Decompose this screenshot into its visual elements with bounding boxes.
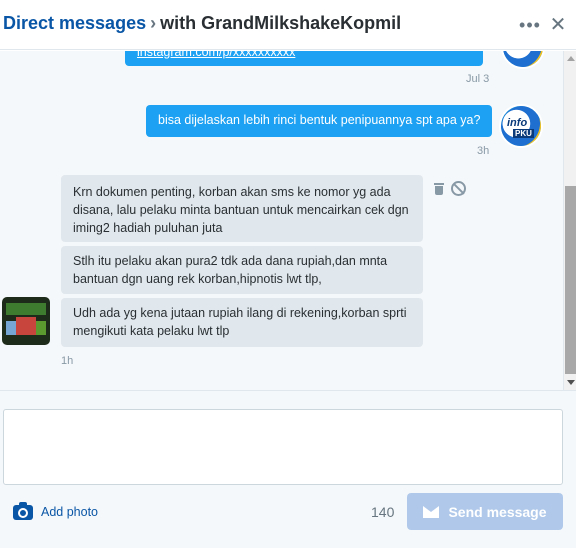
message-text: Stlh itu pelaku akan pura2 tdk ada dana … — [73, 254, 388, 286]
send-message-label: Send message — [448, 503, 547, 520]
timestamp: 1h — [61, 355, 74, 367]
received-message: Udh ada yg kena jutaan rupiah ilang di r… — [61, 298, 423, 347]
message-text: Krn dokumen penting, korban akan sms ke … — [73, 185, 409, 235]
envelope-icon — [423, 505, 440, 518]
received-message: Stlh itu pelaku akan pura2 tdk ada dana … — [61, 246, 423, 294]
send-message-button[interactable]: Send message — [407, 493, 563, 530]
message-thread[interactable]: instagram.com/p/xxxxxxxxxx Jul 3 bisa di… — [0, 51, 563, 390]
thread-scrollbar[interactable] — [563, 51, 576, 390]
message-input[interactable] — [3, 409, 563, 485]
avatar-info-text: info — [507, 117, 528, 129]
timestamp: Jul 3 — [466, 73, 490, 85]
more-options-icon[interactable]: ••• — [519, 12, 541, 38]
page-title: Direct messages › with GrandMilkshakeKopmi… — [3, 13, 401, 34]
breadcrumb-separator: › — [150, 13, 157, 33]
dm-header: Direct messages › with GrandMilkshakeKopmi… — [0, 0, 576, 50]
conversation-partner: with GrandMilkshakeKopmil — [160, 13, 402, 33]
add-photo-button[interactable]: Add photo — [13, 501, 98, 522]
scroll-up-icon[interactable] — [567, 56, 575, 61]
direct-messages-link[interactable]: Direct messages — [3, 13, 146, 33]
self-avatar[interactable]: info PKU — [499, 104, 543, 148]
scroll-down-icon[interactable] — [567, 380, 575, 385]
sent-message: bisa dijelaskan lebih rinci bentuk penip… — [146, 105, 493, 137]
self-avatar[interactable] — [501, 51, 545, 69]
message-link[interactable]: instagram.com/p/xxxxxxxxxx — [137, 51, 471, 61]
scrollbar-thumb[interactable] — [565, 186, 576, 374]
camera-icon — [13, 501, 33, 520]
character-counter: 140 — [371, 504, 395, 520]
timestamp: 3h — [477, 145, 490, 157]
block-icon[interactable] — [451, 181, 466, 196]
trash-icon[interactable] — [434, 183, 444, 195]
sender-avatar[interactable] — [2, 297, 50, 345]
message-text: Udh ada yg kena jutaan rupiah ilang di r… — [73, 306, 407, 338]
received-message: Krn dokumen penting, korban akan sms ke … — [61, 175, 423, 242]
message-text: bisa dijelaskan lebih rinci bentuk penip… — [158, 113, 481, 127]
close-icon[interactable]: ✕ — [547, 12, 569, 38]
sent-message: instagram.com/p/xxxxxxxxxx — [125, 51, 483, 66]
avatar-pku-text: PKU — [513, 129, 534, 138]
add-photo-label: Add photo — [41, 505, 98, 519]
dm-footer: Add photo 140 Send message — [0, 390, 576, 548]
